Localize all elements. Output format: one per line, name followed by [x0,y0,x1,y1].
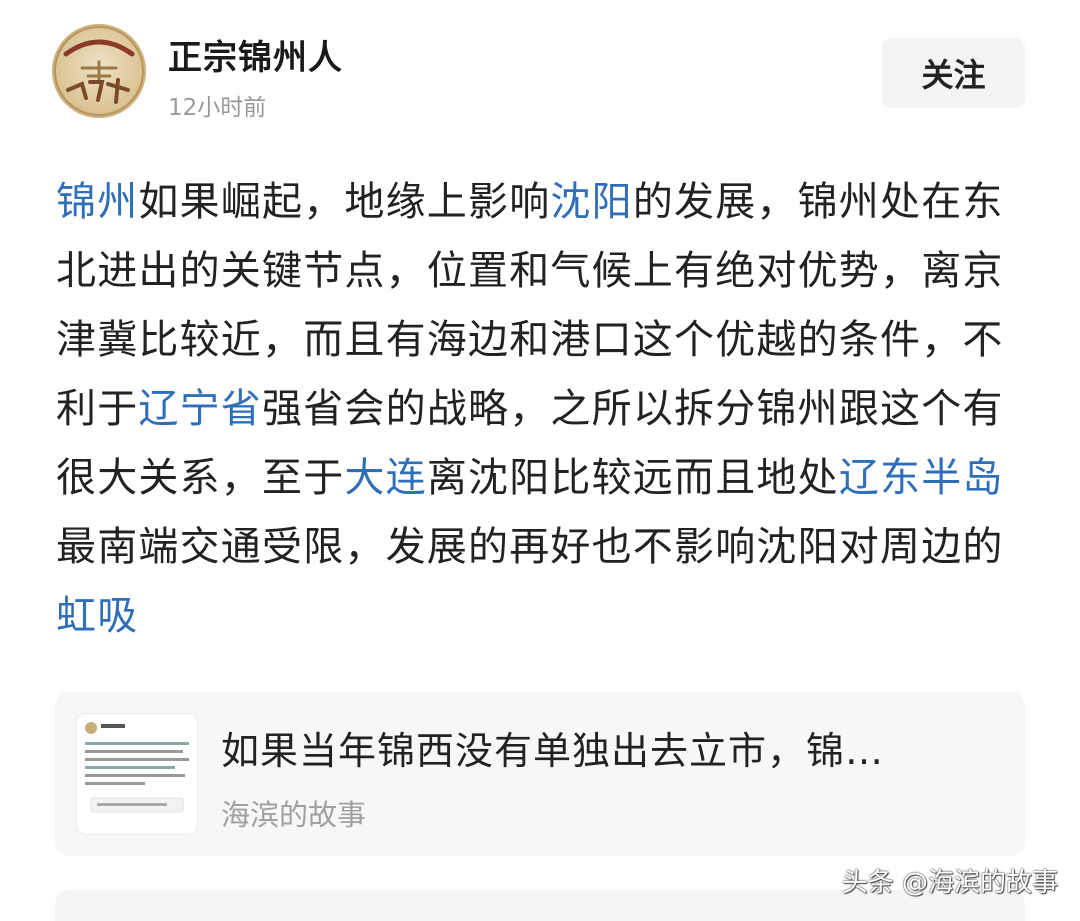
quoted-article-card[interactable]: 如果当年锦西没有单独出去立市，锦… 海滨的故事 [55,692,1025,856]
topic-link[interactable]: 锦州 [56,179,138,225]
follow-button[interactable]: 关注 [882,38,1025,108]
topic-link[interactable]: 沈阳 [550,179,632,225]
post-text-segment: 如果崛起，地缘上影响 [138,179,551,225]
topic-link[interactable]: 辽宁省 [138,386,262,432]
quoted-article-thumbnail [77,714,197,834]
author-avatar[interactable] [52,24,146,118]
topic-link[interactable]: 辽东半岛 [839,455,1004,501]
quoted-article-title[interactable]: 如果当年锦西没有单独出去立市，锦… [221,720,991,775]
post-page: 正宗锦州人 12小时前 关注 锦州如果崛起，地缘上影响沈阳的发展，锦州处在东北进… [0,0,1080,921]
post-time: 12小时前 [168,95,267,121]
topic-link[interactable]: 虹吸 [56,593,138,639]
author-name[interactable]: 正宗锦州人 [168,30,343,79]
post-text-segment: 最南端交通受限，发展的再好也不影响沈阳对周边的 [56,524,1004,570]
quoted-article-source[interactable]: 海滨的故事 [221,792,366,834]
topic-link[interactable]: 大连 [344,455,426,501]
post-body-text: 锦州如果崛起，地缘上影响沈阳的发展，锦州处在东北进出的关键节点，位置和气候上有绝… [56,168,1031,651]
watermark: 头条 @海滨的故事 [841,868,1058,898]
avatar-logo-icon [54,26,144,116]
post-text-segment: 离沈阳比较远而且地处 [426,455,839,501]
